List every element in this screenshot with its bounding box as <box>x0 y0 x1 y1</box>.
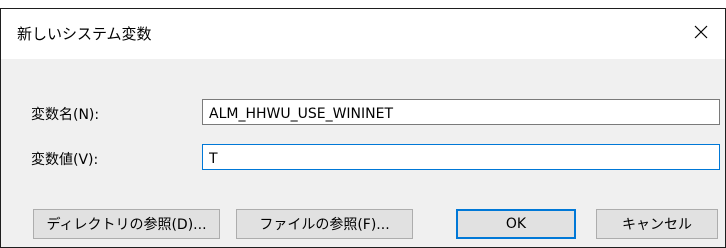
background-window-strip <box>0 0 726 8</box>
variable-value-label: 変数値(V): <box>31 152 99 168</box>
close-button[interactable] <box>677 9 725 55</box>
new-system-variable-dialog: 新しいシステム変数 変数名(N): 変数値(V): ディレクトリの参照(D)..… <box>0 8 726 248</box>
browse-directory-button[interactable]: ディレクトリの参照(D)... <box>33 209 220 239</box>
cancel-button[interactable]: キャンセル <box>596 209 718 239</box>
dialog-titlebar[interactable]: 新しいシステム変数 <box>1 9 725 59</box>
variable-name-input[interactable] <box>202 99 720 125</box>
close-icon <box>694 25 708 39</box>
dialog-title: 新しいシステム変数 <box>17 25 152 43</box>
ok-button[interactable]: OK <box>456 209 576 239</box>
variable-name-label: 変数名(N): <box>31 107 100 123</box>
dialog-content: 変数名(N): 変数値(V): ディレクトリの参照(D)... ファイルの参照(… <box>1 59 725 247</box>
variable-value-input[interactable] <box>202 144 720 170</box>
browse-file-button[interactable]: ファイルの参照(F)... <box>236 209 413 239</box>
